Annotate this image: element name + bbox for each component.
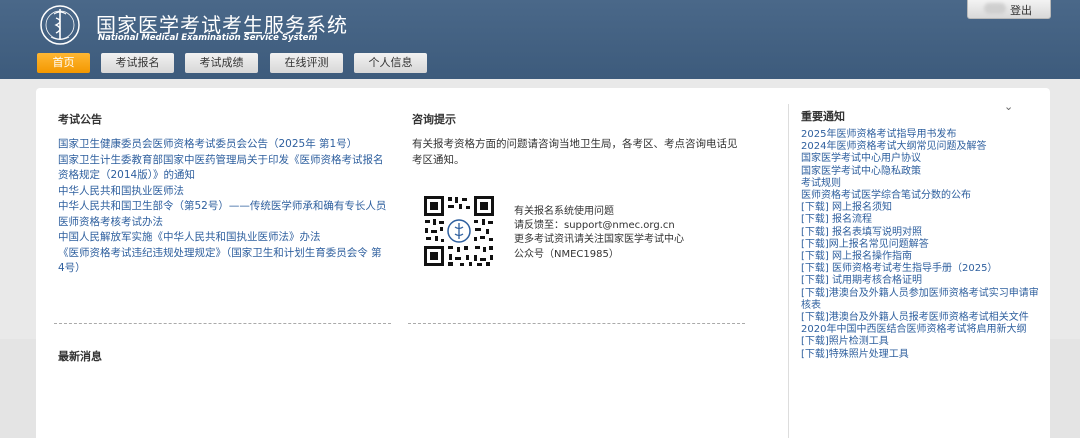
app-subtitle: National Medical Examination Service Sys…: [98, 33, 318, 43]
chevron-down-icon[interactable]: ⌄: [1004, 100, 1013, 113]
important-link[interactable]: [下载] 网上报名操作指南: [801, 251, 1047, 263]
important-link[interactable]: [下载]港澳台及外籍人员参加医师资格考试实习申请审核表: [801, 288, 1047, 312]
notice-link[interactable]: 国家卫生计生委教育部国家中医药管理局关于印发《医师资格考试报名资格规定（2014…: [58, 153, 388, 184]
contact-info: 有关报名系统使用问题 请反馈至：support@nmec.org.cn 更多考试…: [514, 205, 744, 262]
exam-notices-title: 考试公告: [58, 113, 102, 126]
qr-code-icon: [422, 194, 496, 268]
latest-news-title: 最新消息: [58, 350, 102, 363]
contact-line: 请反馈至：support@nmec.org.cn: [514, 220, 675, 232]
contact-line: 更多考试资讯请关注国家医学考试中心: [514, 234, 684, 246]
important-link[interactable]: 2020年中国中西医结合医师资格考试将启用新大纲: [801, 324, 1047, 336]
contact-line: 有关报名系统使用问题: [514, 206, 614, 217]
nav-online-assessment[interactable]: 在线评测: [270, 53, 343, 73]
notice-link[interactable]: 《医师资格考试违纪违规处理规定》（国家卫生和计划生育委员会令 第4号）: [58, 246, 388, 277]
important-link[interactable]: 2024年医师资格考试大纲常见问题及解答: [801, 141, 1047, 153]
important-link[interactable]: [下载] 网上报名须知: [801, 202, 1047, 214]
important-link[interactable]: 考试规则: [801, 178, 1047, 190]
important-link[interactable]: [下载]网上报名常见问题解答: [801, 239, 1047, 251]
user-menu: 登出: [967, 0, 1051, 19]
important-link[interactable]: 国家医学考试中心隐私政策: [801, 166, 1047, 178]
consult-title: 咨询提示: [412, 113, 456, 126]
important-link[interactable]: [下载]港澳台及外籍人员报考医师资格考试相关文件: [801, 312, 1047, 324]
important-link[interactable]: [下载]特殊照片处理工具: [801, 349, 1047, 361]
important-link[interactable]: [下载]照片检测工具: [801, 336, 1047, 348]
important-notices-title: 重要通知: [801, 110, 845, 123]
contact-line: 公众号（NMEC1985）: [514, 248, 619, 260]
column-divider: [788, 104, 789, 438]
caduceus-seal-icon: [40, 5, 80, 45]
header-bar: 国家医学考试考生服务系统 National Medical Examinatio…: [0, 0, 1080, 79]
nav-exam-scores[interactable]: 考试成绩: [185, 53, 258, 73]
logout-button[interactable]: 登出: [1010, 2, 1032, 18]
important-link[interactable]: 2025年医师资格考试指导用书发布: [801, 129, 1047, 141]
nav-personal-info[interactable]: 个人信息: [354, 53, 427, 73]
consult-text: 有关报考资格方面的问题请咨询当地卫生局，各考区、考点咨询电话见考区通知。: [412, 138, 738, 166]
divider: [54, 323, 391, 324]
notice-link[interactable]: 中华人民共和国执业医师法: [58, 184, 388, 200]
notice-link[interactable]: 中国人民解放军实施《中华人民共和国执业医师法》办法: [58, 230, 388, 246]
exam-notices-list: 国家卫生健康委员会医师资格考试委员会公告（2025年 第1号） 国家卫生计生委教…: [58, 137, 388, 277]
important-link[interactable]: [下载] 医师资格考试考生指导手册（2025）: [801, 263, 1047, 275]
nav-home[interactable]: 首页: [37, 53, 90, 73]
nav-exam-registration[interactable]: 考试报名: [101, 53, 174, 73]
important-notices-list: 2025年医师资格考试指导用书发布 2024年医师资格考试大纲常见问题及解答 国…: [801, 129, 1047, 361]
avatar: [984, 3, 1006, 14]
notice-link[interactable]: 国家卫生健康委员会医师资格考试委员会公告（2025年 第1号）: [58, 137, 388, 153]
important-link[interactable]: [下载] 报名表填写说明对照: [801, 227, 1047, 239]
important-link[interactable]: [下载] 报名流程: [801, 214, 1047, 226]
important-link[interactable]: [下载] 试用期考核合格证明: [801, 275, 1047, 287]
notice-link[interactable]: 中华人民共和国卫生部令（第52号）——传统医学师承和确有专长人员医师资格考核考试…: [58, 199, 388, 230]
divider: [408, 323, 745, 324]
important-link[interactable]: 医师资格考试医学综合笔试分数的公布: [801, 190, 1047, 202]
important-link[interactable]: 国家医学考试中心用户协议: [801, 153, 1047, 165]
